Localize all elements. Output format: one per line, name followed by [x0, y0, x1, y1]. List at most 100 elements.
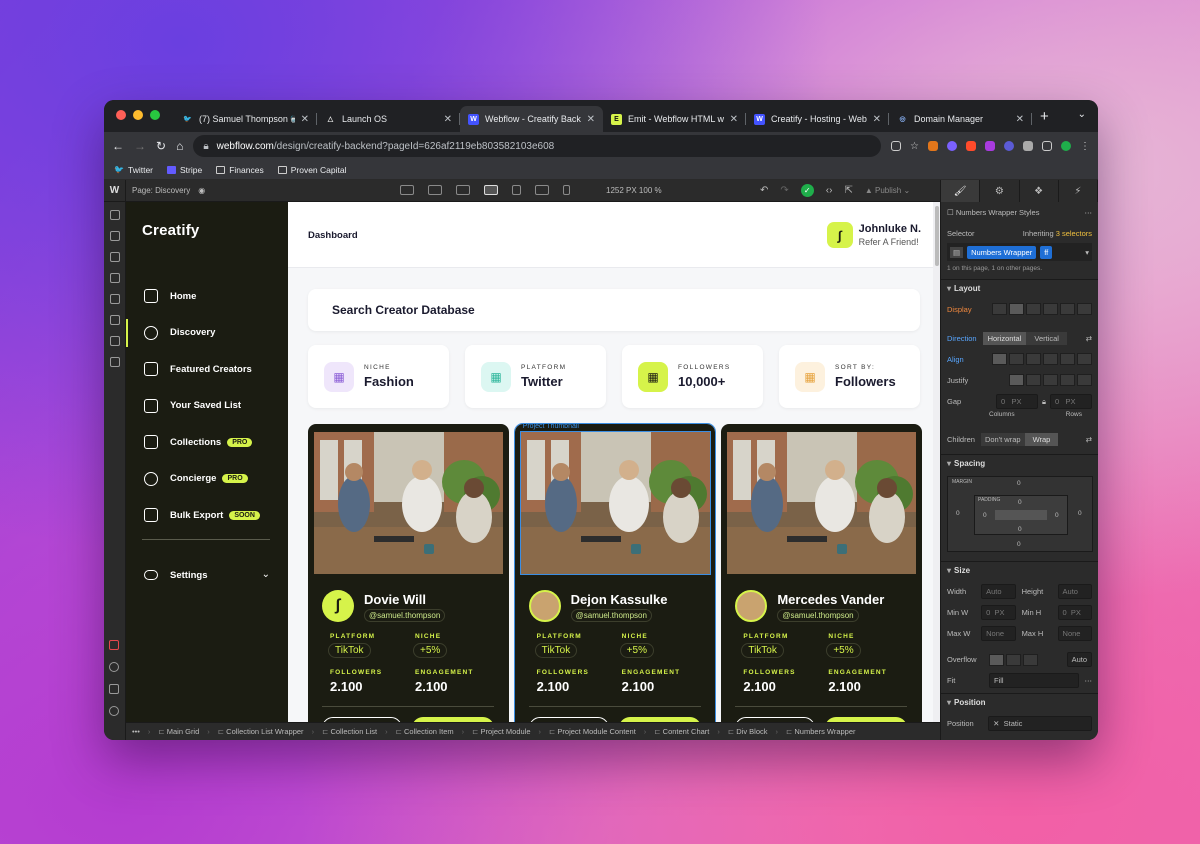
inheriting-count[interactable]: 3 selectors: [1056, 229, 1092, 238]
home-icon[interactable]: ⌂: [176, 139, 183, 153]
sidebar-item-discovery[interactable]: Discovery: [126, 315, 288, 352]
reverse-wrap-icon[interactable]: ⇄: [1086, 435, 1092, 444]
close-tab-icon[interactable]: ✕: [730, 114, 738, 125]
browser-tab[interactable]: ◎ Domain Manager ✕: [889, 106, 1032, 132]
align-end-icon[interactable]: [1026, 353, 1041, 365]
scrollbar-thumb[interactable]: [934, 206, 939, 266]
breakpoint-1280-icon[interactable]: [456, 185, 470, 195]
add-panel-icon[interactable]: [109, 210, 120, 220]
sidebar-item-your-saved-list[interactable]: Your Saved List: [126, 388, 288, 425]
filter-followers[interactable]: ▦ FOLLOWERS 10,000+: [622, 345, 763, 408]
gap-row-input[interactable]: 0 PX: [1050, 394, 1092, 409]
creator-handle[interactable]: @samuel.thompson: [364, 609, 446, 622]
overflow-auto-option[interactable]: Auto: [1066, 652, 1092, 667]
justify-end-icon[interactable]: [1043, 374, 1058, 386]
selector-field[interactable]: ▤ Numbers Wrapper ff ▾: [947, 243, 1092, 261]
reload-icon[interactable]: ↻: [156, 139, 166, 153]
forward-icon[interactable]: →: [134, 139, 146, 153]
width-input[interactable]: Auto: [981, 584, 1016, 599]
assets-icon[interactable]: [109, 336, 120, 346]
align-more-icon[interactable]: [1077, 353, 1092, 365]
code-icon[interactable]: ‹›: [826, 185, 833, 196]
spacing-box-model[interactable]: MARGIN 0 0 0 0 PADDING 0 0 0 0: [947, 476, 1093, 552]
symbols-icon[interactable]: [109, 231, 120, 241]
preview-eye-icon[interactable]: ◉: [198, 186, 205, 195]
display-none-icon[interactable]: [1077, 303, 1092, 315]
project-thumbnail[interactable]: [519, 431, 711, 575]
max-width-input[interactable]: None: [981, 626, 1016, 641]
browser-tab[interactable]: 🐦 (7) Samuel Thompson 🥽 o ✕: [174, 106, 317, 132]
undo-icon[interactable]: ↶: [760, 185, 768, 196]
overflow-scroll-icon[interactable]: [1023, 653, 1038, 666]
search-icon[interactable]: [109, 662, 119, 672]
new-tab-button[interactable]: +: [1040, 108, 1049, 125]
margin-right-value[interactable]: 0: [1078, 510, 1082, 517]
breadcrumb-item[interactable]: Collection List Wrapper: [218, 727, 303, 736]
record-icon[interactable]: [109, 640, 119, 650]
page-selector[interactable]: Page: Discovery: [132, 186, 190, 195]
section-position[interactable]: Position: [941, 693, 1098, 711]
min-width-input[interactable]: 0 PX: [981, 605, 1016, 620]
user-menu[interactable]: ∫ Johnluke N. Refer A Friend!: [826, 222, 921, 248]
sidepanel-icon[interactable]: [1042, 141, 1052, 151]
bookmark-proven-capital[interactable]: Proven Capital: [277, 165, 346, 175]
selector-chip-combo[interactable]: ff: [1040, 245, 1053, 259]
padding-left-value[interactable]: 0: [983, 512, 987, 519]
address-bar[interactable]: 🔒︎ webflow.com/design/creatify-backend?p…: [193, 135, 882, 157]
display-inline-block-icon[interactable]: [1043, 303, 1058, 315]
browser-tab[interactable]: △ Launch OS ✕: [317, 106, 460, 132]
position-select[interactable]: ✕ Static: [988, 716, 1092, 731]
padding-top-value[interactable]: 0: [1018, 499, 1022, 506]
breadcrumb-item[interactable]: Project Module Content: [549, 727, 635, 736]
filter-platform[interactable]: ▦ PLATFORM Twitter: [465, 345, 606, 408]
settings-icon[interactable]: [109, 357, 120, 367]
team-icon[interactable]: [109, 684, 119, 694]
breadcrumb-item[interactable]: Numbers Wrapper: [786, 727, 855, 736]
style-brush-icon[interactable]: 🖌︎: [941, 180, 981, 202]
section-spacing[interactable]: Spacing: [941, 454, 1098, 472]
fit-select[interactable]: Fill: [989, 673, 1079, 688]
close-tab-icon[interactable]: ✕: [301, 114, 309, 125]
filter-sort-by[interactable]: ▦ SORT BY: Followers: [779, 345, 920, 408]
more-icon[interactable]: ⋯: [1085, 676, 1093, 685]
close-tab-icon[interactable]: ✕: [587, 114, 595, 125]
close-tab-icon[interactable]: ✕: [873, 114, 881, 125]
sidebar-item-featured-creators[interactable]: Featured Creators: [126, 351, 288, 388]
pages-icon[interactable]: [109, 273, 120, 283]
webflow-logo-icon[interactable]: W: [104, 179, 126, 202]
margin-left-value[interactable]: 0: [956, 510, 960, 517]
breakpoint-landscape-icon[interactable]: [535, 185, 549, 195]
browser-tab[interactable]: W Creatify - Hosting - Webflo ✕: [746, 106, 889, 132]
breadcrumb-item[interactable]: Project Module: [472, 727, 531, 736]
design-canvas[interactable]: Creatify Home Discovery Featured Creators Y…: [126, 202, 940, 722]
checkbox-icon[interactable]: ☐: [947, 208, 956, 217]
justify-center-icon[interactable]: [1026, 374, 1041, 386]
section-size[interactable]: Size: [941, 561, 1098, 579]
breadcrumb-item[interactable]: Div Block: [728, 727, 767, 736]
filter-niche[interactable]: ▦ NICHE Fashion: [308, 345, 449, 408]
publish-button[interactable]: ▲ Publish ⌄: [865, 186, 910, 195]
export-icon[interactable]: ⇱: [844, 185, 852, 196]
refer-friend-link[interactable]: Refer A Friend!: [859, 237, 921, 247]
breakpoint-tablet-icon[interactable]: [512, 185, 521, 195]
breadcrumb-item[interactable]: Collection List: [322, 727, 377, 736]
project-thumbnail[interactable]: [727, 432, 917, 574]
align-center-icon[interactable]: [1009, 353, 1024, 365]
height-input[interactable]: Auto: [1057, 584, 1092, 599]
breakpoint-phone-icon[interactable]: [563, 185, 570, 195]
breadcrumb-item[interactable]: Collection Item: [396, 727, 454, 736]
justify-start-icon[interactable]: [1009, 374, 1024, 386]
sidebar-item-collections[interactable]: Collections PRO: [126, 424, 288, 461]
tab-search-icon[interactable]: ⌄: [1078, 109, 1086, 120]
brand-logo[interactable]: Creatify: [142, 222, 199, 239]
lock-icon[interactable]: 🔒︎: [1042, 397, 1046, 407]
display-flex-icon[interactable]: [1009, 303, 1024, 315]
browser-tab-active[interactable]: W Webflow - Creatify Backend ✕: [460, 106, 603, 132]
direction-vertical[interactable]: Vertical: [1026, 332, 1067, 345]
overflow-hidden-icon[interactable]: [1006, 653, 1021, 666]
padding-bottom-value[interactable]: 0: [1018, 526, 1022, 533]
overflow-visible-icon[interactable]: [989, 653, 1004, 666]
close-tab-icon[interactable]: ✕: [444, 114, 452, 125]
creator-handle[interactable]: @samuel.thompson: [777, 609, 859, 622]
wrap-option[interactable]: Wrap: [1024, 433, 1059, 446]
